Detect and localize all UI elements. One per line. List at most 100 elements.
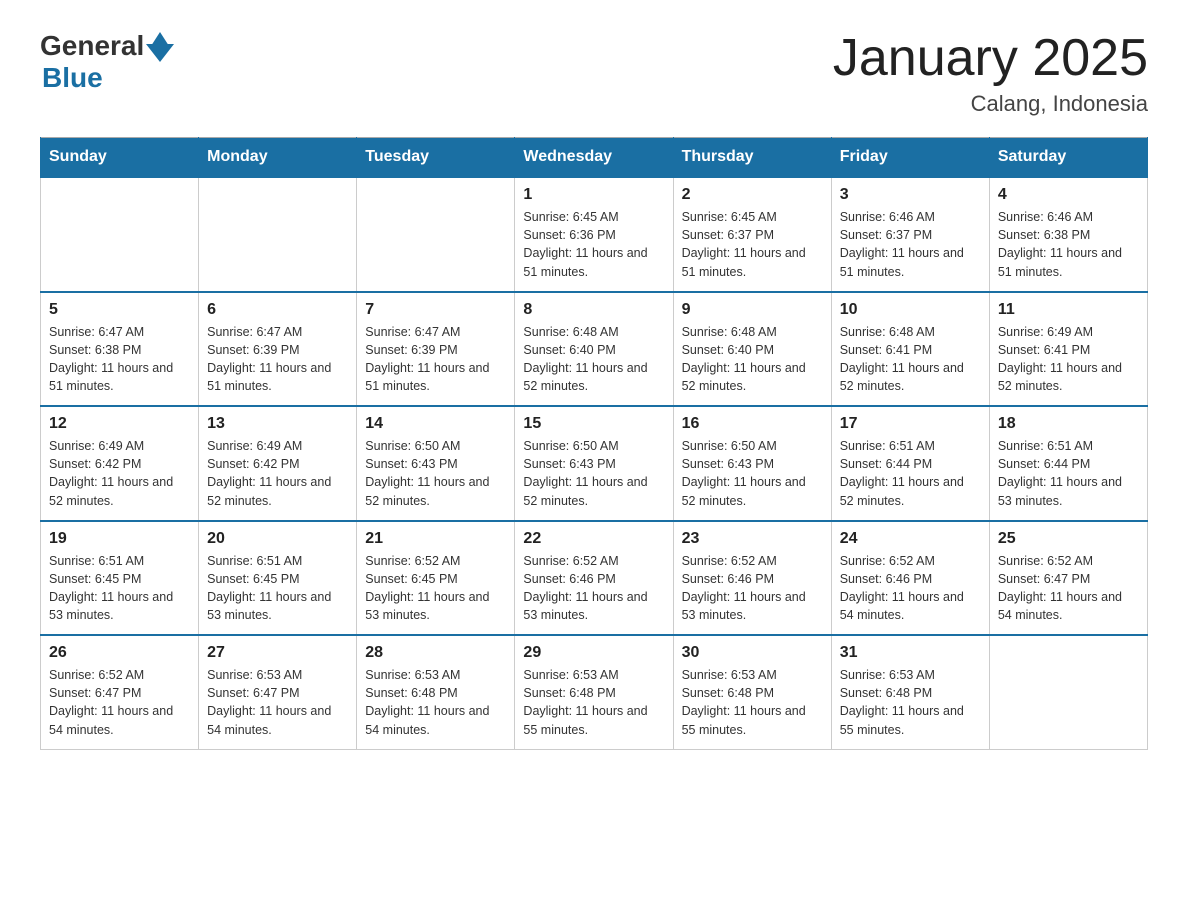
day-number: 18 <box>998 415 1139 433</box>
weekday-header-saturday: Saturday <box>989 138 1147 178</box>
day-info: Sunrise: 6:52 AM Sunset: 6:46 PM Dayligh… <box>840 552 981 625</box>
day-number: 8 <box>523 301 664 319</box>
day-info: Sunrise: 6:46 AM Sunset: 6:38 PM Dayligh… <box>998 208 1139 281</box>
calendar-table: SundayMondayTuesdayWednesdayThursdayFrid… <box>40 137 1148 750</box>
day-info: Sunrise: 6:48 AM Sunset: 6:40 PM Dayligh… <box>682 323 823 396</box>
calendar-cell: 5 Sunrise: 6:47 AM Sunset: 6:38 PM Daylig… <box>41 292 199 407</box>
calendar-cell <box>357 177 515 292</box>
day-number: 19 <box>49 530 190 548</box>
day-info: Sunrise: 6:51 AM Sunset: 6:44 PM Dayligh… <box>840 437 981 510</box>
logo-blue-text: Blue <box>42 62 103 94</box>
day-number: 3 <box>840 186 981 204</box>
day-info: Sunrise: 6:52 AM Sunset: 6:46 PM Dayligh… <box>682 552 823 625</box>
calendar-week-5: 26 Sunrise: 6:52 AM Sunset: 6:47 PM Dayli… <box>41 635 1148 749</box>
logo-general-text: General <box>40 30 144 62</box>
day-info: Sunrise: 6:49 AM Sunset: 6:42 PM Dayligh… <box>49 437 190 510</box>
day-number: 4 <box>998 186 1139 204</box>
day-info: Sunrise: 6:49 AM Sunset: 6:41 PM Dayligh… <box>998 323 1139 396</box>
calendar-cell: 27 Sunrise: 6:53 AM Sunset: 6:47 PM Dayli… <box>199 635 357 749</box>
weekday-header-friday: Friday <box>831 138 989 178</box>
day-number: 17 <box>840 415 981 433</box>
day-number: 6 <box>207 301 348 319</box>
weekday-header-thursday: Thursday <box>673 138 831 178</box>
calendar-cell: 30 Sunrise: 6:53 AM Sunset: 6:48 PM Dayli… <box>673 635 831 749</box>
calendar-cell: 1Sunrise: 6:45 AM Sunset: 6:36 PM Daylig… <box>515 177 673 292</box>
calendar-week-1: 1Sunrise: 6:45 AM Sunset: 6:36 PM Daylig… <box>41 177 1148 292</box>
day-number: 5 <box>49 301 190 319</box>
day-info: Sunrise: 6:53 AM Sunset: 6:47 PM Dayligh… <box>207 666 348 739</box>
day-info: Sunrise: 6:46 AM Sunset: 6:37 PM Dayligh… <box>840 208 981 281</box>
calendar-cell: 18Sunrise: 6:51 AM Sunset: 6:44 PM Dayli… <box>989 406 1147 521</box>
calendar-cell: 22 Sunrise: 6:52 AM Sunset: 6:46 PM Dayli… <box>515 521 673 636</box>
day-number: 22 <box>523 530 664 548</box>
calendar-cell: 4 Sunrise: 6:46 AM Sunset: 6:38 PM Daylig… <box>989 177 1147 292</box>
weekday-header-wednesday: Wednesday <box>515 138 673 178</box>
calendar-cell: 8 Sunrise: 6:48 AM Sunset: 6:40 PM Daylig… <box>515 292 673 407</box>
calendar-cell: 24 Sunrise: 6:52 AM Sunset: 6:46 PM Dayli… <box>831 521 989 636</box>
calendar-cell: 13Sunrise: 6:49 AM Sunset: 6:42 PM Dayli… <box>199 406 357 521</box>
calendar-cell: 11 Sunrise: 6:49 AM Sunset: 6:41 PM Dayli… <box>989 292 1147 407</box>
day-info: Sunrise: 6:48 AM Sunset: 6:41 PM Dayligh… <box>840 323 981 396</box>
title-block: January 2025 Calang, Indonesia <box>833 30 1148 117</box>
calendar-cell: 7 Sunrise: 6:47 AM Sunset: 6:39 PM Daylig… <box>357 292 515 407</box>
weekday-header-tuesday: Tuesday <box>357 138 515 178</box>
calendar-cell: 12 Sunrise: 6:49 AM Sunset: 6:42 PM Dayli… <box>41 406 199 521</box>
calendar-cell: 17 Sunrise: 6:51 AM Sunset: 6:44 PM Dayli… <box>831 406 989 521</box>
day-info: Sunrise: 6:51 AM Sunset: 6:45 PM Dayligh… <box>49 552 190 625</box>
day-info: Sunrise: 6:53 AM Sunset: 6:48 PM Dayligh… <box>365 666 506 739</box>
day-number: 28 <box>365 644 506 662</box>
day-number: 31 <box>840 644 981 662</box>
month-title: January 2025 <box>833 30 1148 87</box>
calendar-cell: 21Sunrise: 6:52 AM Sunset: 6:45 PM Dayli… <box>357 521 515 636</box>
day-number: 27 <box>207 644 348 662</box>
day-info: Sunrise: 6:52 AM Sunset: 6:45 PM Dayligh… <box>365 552 506 625</box>
day-number: 24 <box>840 530 981 548</box>
day-number: 25 <box>998 530 1139 548</box>
weekday-header-monday: Monday <box>199 138 357 178</box>
day-info: Sunrise: 6:49 AM Sunset: 6:42 PM Dayligh… <box>207 437 348 510</box>
day-info: Sunrise: 6:50 AM Sunset: 6:43 PM Dayligh… <box>365 437 506 510</box>
day-info: Sunrise: 6:51 AM Sunset: 6:45 PM Dayligh… <box>207 552 348 625</box>
calendar-cell: 16Sunrise: 6:50 AM Sunset: 6:43 PM Dayli… <box>673 406 831 521</box>
day-number: 7 <box>365 301 506 319</box>
day-info: Sunrise: 6:53 AM Sunset: 6:48 PM Dayligh… <box>523 666 664 739</box>
day-number: 23 <box>682 530 823 548</box>
day-info: Sunrise: 6:53 AM Sunset: 6:48 PM Dayligh… <box>840 666 981 739</box>
calendar-cell: 20 Sunrise: 6:51 AM Sunset: 6:45 PM Dayli… <box>199 521 357 636</box>
day-info: Sunrise: 6:50 AM Sunset: 6:43 PM Dayligh… <box>682 437 823 510</box>
calendar-cell: 2 Sunrise: 6:45 AM Sunset: 6:37 PM Daylig… <box>673 177 831 292</box>
day-number: 29 <box>523 644 664 662</box>
day-info: Sunrise: 6:47 AM Sunset: 6:39 PM Dayligh… <box>207 323 348 396</box>
location: Calang, Indonesia <box>833 91 1148 117</box>
calendar-cell: 26 Sunrise: 6:52 AM Sunset: 6:47 PM Dayli… <box>41 635 199 749</box>
calendar-cell: 23 Sunrise: 6:52 AM Sunset: 6:46 PM Dayli… <box>673 521 831 636</box>
day-number: 26 <box>49 644 190 662</box>
weekday-header-row: SundayMondayTuesdayWednesdayThursdayFrid… <box>41 138 1148 178</box>
calendar-cell <box>199 177 357 292</box>
day-number: 10 <box>840 301 981 319</box>
calendar-cell: 28 Sunrise: 6:53 AM Sunset: 6:48 PM Dayli… <box>357 635 515 749</box>
day-info: Sunrise: 6:48 AM Sunset: 6:40 PM Dayligh… <box>523 323 664 396</box>
logo: General Blue <box>40 30 174 94</box>
calendar-cell: 14Sunrise: 6:50 AM Sunset: 6:43 PM Dayli… <box>357 406 515 521</box>
day-info: Sunrise: 6:45 AM Sunset: 6:37 PM Dayligh… <box>682 208 823 281</box>
day-info: Sunrise: 6:47 AM Sunset: 6:38 PM Dayligh… <box>49 323 190 396</box>
calendar-cell: 25 Sunrise: 6:52 AM Sunset: 6:47 PM Dayli… <box>989 521 1147 636</box>
page-header: General Blue January 2025 Calang, Indone… <box>40 30 1148 117</box>
day-number: 20 <box>207 530 348 548</box>
day-info: Sunrise: 6:45 AM Sunset: 6:36 PM Dayligh… <box>523 208 664 281</box>
calendar-week-4: 19 Sunrise: 6:51 AM Sunset: 6:45 PM Dayli… <box>41 521 1148 636</box>
day-info: Sunrise: 6:47 AM Sunset: 6:39 PM Dayligh… <box>365 323 506 396</box>
day-info: Sunrise: 6:53 AM Sunset: 6:48 PM Dayligh… <box>682 666 823 739</box>
day-info: Sunrise: 6:52 AM Sunset: 6:46 PM Dayligh… <box>523 552 664 625</box>
day-info: Sunrise: 6:52 AM Sunset: 6:47 PM Dayligh… <box>49 666 190 739</box>
calendar-cell: 9Sunrise: 6:48 AM Sunset: 6:40 PM Daylig… <box>673 292 831 407</box>
day-number: 12 <box>49 415 190 433</box>
day-number: 11 <box>998 301 1139 319</box>
day-number: 30 <box>682 644 823 662</box>
calendar-cell: 15Sunrise: 6:50 AM Sunset: 6:43 PM Dayli… <box>515 406 673 521</box>
day-info: Sunrise: 6:52 AM Sunset: 6:47 PM Dayligh… <box>998 552 1139 625</box>
calendar-cell <box>989 635 1147 749</box>
calendar-cell: 3 Sunrise: 6:46 AM Sunset: 6:37 PM Daylig… <box>831 177 989 292</box>
day-number: 2 <box>682 186 823 204</box>
